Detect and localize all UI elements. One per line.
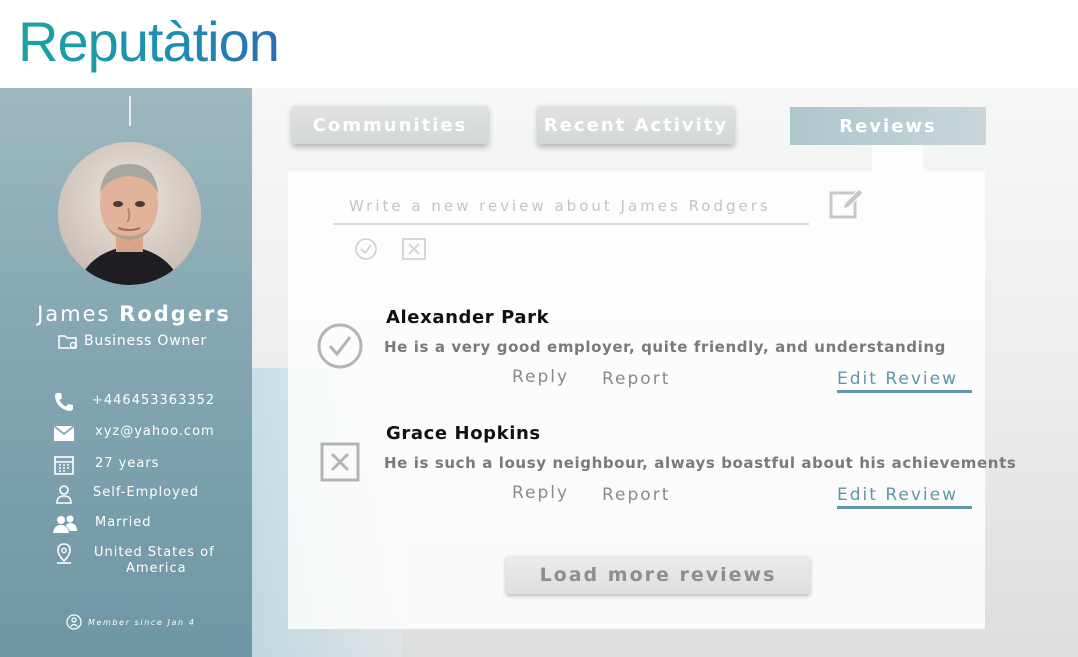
avatar (58, 142, 201, 285)
profile-name: James Rodgers (0, 302, 268, 326)
mail-icon (53, 425, 75, 441)
tab-recent-activity[interactable]: Recent Activity (538, 106, 734, 144)
profile-role: Business Owner (58, 333, 207, 349)
logo[interactable]: Reputàtion (18, 6, 280, 78)
reply-button[interactable]: Reply (512, 367, 569, 387)
report-button[interactable]: Report (602, 369, 670, 389)
tab-communities[interactable]: Communities (292, 106, 488, 144)
member-since: Member since Jan 4 (66, 614, 196, 630)
profile-sidebar: James Rodgers Business Owner +4464533633… (0, 88, 252, 657)
email-value[interactable]: xyz@yahoo.com (95, 424, 215, 439)
review-author: Alexander Park (386, 307, 550, 328)
check-circle-icon (317, 323, 363, 369)
phone-row: +446453363352 (0, 390, 252, 414)
phone-icon (55, 393, 73, 411)
couple-icon (53, 515, 77, 533)
member-since-label: Member since Jan 4 (88, 617, 196, 627)
age-value: 27 years (95, 456, 160, 471)
reply-button[interactable]: Reply (512, 483, 569, 503)
edit-review-link[interactable]: Edit Review (837, 369, 972, 393)
calendar-icon (54, 456, 74, 475)
phone-value[interactable]: +446453363352 (92, 393, 215, 408)
edit-review-link[interactable]: Edit Review (837, 485, 972, 509)
main-content: Communities Recent Activity Reviews Alex… (252, 88, 1078, 657)
header: Reputàtion (0, 0, 1078, 88)
active-tab-connector (872, 145, 923, 171)
approve-icon[interactable] (354, 237, 378, 261)
divider (129, 96, 131, 126)
age-row: 27 years (0, 453, 252, 477)
location-pin-icon (57, 543, 71, 564)
compose-icon[interactable] (829, 187, 865, 221)
employment-value: Self-Employed (93, 485, 200, 500)
review-author: Grace Hopkins (386, 423, 541, 444)
new-review-input[interactable] (333, 189, 809, 225)
user-icon (56, 485, 72, 504)
tab-reviews[interactable]: Reviews (790, 107, 986, 145)
email-row: xyz@yahoo.com (0, 421, 252, 445)
review-text: He is such a lousy neighbour, always boa… (384, 454, 1017, 472)
location-row: United States of America (0, 542, 252, 582)
reject-icon[interactable] (402, 238, 426, 260)
last-name: Rodgers (119, 302, 231, 326)
marital-value: Married (95, 515, 152, 530)
role-label: Business Owner (84, 333, 208, 349)
report-button[interactable]: Report (602, 485, 670, 505)
review-text: He is a very good employer, quite friend… (384, 338, 946, 356)
country-line2: America (126, 561, 187, 576)
marital-row: Married (0, 512, 252, 536)
country-line1: United States of (94, 545, 215, 560)
member-icon (66, 614, 82, 630)
x-box-icon (320, 442, 360, 482)
employment-row: Self-Employed (0, 482, 252, 506)
first-name: James (37, 302, 111, 326)
load-more-button[interactable]: Load more reviews (506, 556, 810, 594)
briefcase-icon (58, 335, 77, 349)
